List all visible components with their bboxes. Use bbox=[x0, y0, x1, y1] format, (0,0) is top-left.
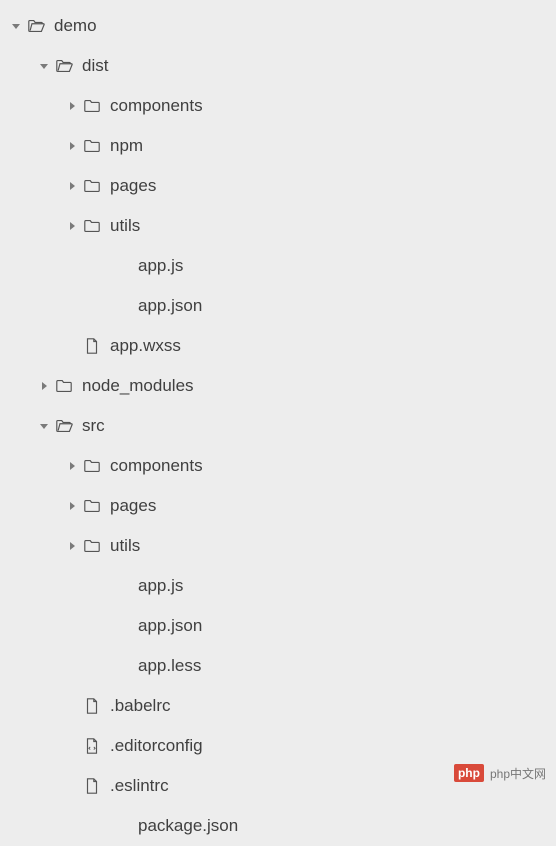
tree-item-label: app.json bbox=[138, 616, 202, 636]
tree-item-label: app.less bbox=[138, 656, 201, 676]
chevron-down-icon[interactable] bbox=[36, 61, 52, 71]
watermark: php php中文网 bbox=[454, 764, 546, 782]
chevron-down-icon[interactable] bbox=[36, 421, 52, 431]
folder-icon bbox=[82, 456, 102, 476]
folder-open-icon bbox=[54, 416, 74, 436]
tree-row[interactable]: npm bbox=[8, 126, 556, 166]
tree-item-label: pages bbox=[110, 176, 156, 196]
chevron-right-icon[interactable] bbox=[64, 221, 80, 231]
folder-icon bbox=[82, 496, 102, 516]
chevron-right-icon[interactable] bbox=[36, 381, 52, 391]
watermark-text: php中文网 bbox=[490, 765, 546, 782]
folder-icon bbox=[82, 216, 102, 236]
tree-item-label: .babelrc bbox=[110, 696, 170, 716]
tree-row[interactable]: dist bbox=[8, 46, 556, 86]
tree-item-label: package.json bbox=[138, 816, 238, 836]
tree-row[interactable]: components bbox=[8, 86, 556, 126]
tree-item-label: app.json bbox=[138, 296, 202, 316]
tree-row[interactable]: app.less bbox=[8, 646, 556, 686]
tree-row[interactable]: components bbox=[8, 446, 556, 486]
tree-row[interactable]: src bbox=[8, 406, 556, 446]
tree-item-label: components bbox=[110, 96, 203, 116]
file-icon bbox=[82, 336, 102, 356]
folder-icon bbox=[82, 536, 102, 556]
tree-row[interactable]: node_modules bbox=[8, 366, 556, 406]
tree-row[interactable]: pages bbox=[8, 486, 556, 526]
tree-row[interactable]: app.json bbox=[8, 606, 556, 646]
tree-row[interactable]: .editorconfig bbox=[8, 726, 556, 766]
chevron-right-icon[interactable] bbox=[64, 181, 80, 191]
tree-item-label: src bbox=[82, 416, 105, 436]
tree-item-label: app.js bbox=[138, 256, 183, 276]
file-icon bbox=[82, 696, 102, 716]
tree-item-label: dist bbox=[82, 56, 108, 76]
folder-icon bbox=[82, 96, 102, 116]
chevron-right-icon[interactable] bbox=[64, 501, 80, 511]
chevron-right-icon[interactable] bbox=[64, 141, 80, 151]
tree-row[interactable]: app.wxss bbox=[8, 326, 556, 366]
tree-item-label: app.js bbox=[138, 576, 183, 596]
watermark-badge: php bbox=[454, 764, 484, 782]
file-tree: demodistcomponentsnpmpagesutilsapp.jsapp… bbox=[0, 0, 556, 846]
tree-item-label: utils bbox=[110, 536, 140, 556]
folder-icon bbox=[54, 376, 74, 396]
tree-item-label: app.wxss bbox=[110, 336, 181, 356]
tree-item-label: pages bbox=[110, 496, 156, 516]
tree-row[interactable]: app.js bbox=[8, 246, 556, 286]
tree-row[interactable]: utils bbox=[8, 526, 556, 566]
tree-item-label: utils bbox=[110, 216, 140, 236]
tree-item-label: demo bbox=[54, 16, 97, 36]
tree-row[interactable]: demo bbox=[8, 6, 556, 46]
tree-item-label: npm bbox=[110, 136, 143, 156]
tree-row[interactable]: package.json bbox=[8, 806, 556, 846]
tree-row[interactable]: utils bbox=[8, 206, 556, 246]
tree-row[interactable]: app.json bbox=[8, 286, 556, 326]
chevron-right-icon[interactable] bbox=[64, 101, 80, 111]
tree-item-label: components bbox=[110, 456, 203, 476]
tree-row[interactable]: pages bbox=[8, 166, 556, 206]
tree-row[interactable]: .babelrc bbox=[8, 686, 556, 726]
tree-row[interactable]: app.js bbox=[8, 566, 556, 606]
folder-open-icon bbox=[54, 56, 74, 76]
tree-item-label: .eslintrc bbox=[110, 776, 169, 796]
folder-open-icon bbox=[26, 16, 46, 36]
file-code-icon bbox=[82, 736, 102, 756]
chevron-right-icon[interactable] bbox=[64, 541, 80, 551]
folder-icon bbox=[82, 176, 102, 196]
chevron-down-icon[interactable] bbox=[8, 21, 24, 31]
chevron-right-icon[interactable] bbox=[64, 461, 80, 471]
folder-icon bbox=[82, 136, 102, 156]
file-icon bbox=[82, 776, 102, 796]
tree-item-label: node_modules bbox=[82, 376, 194, 396]
tree-item-label: .editorconfig bbox=[110, 736, 203, 756]
